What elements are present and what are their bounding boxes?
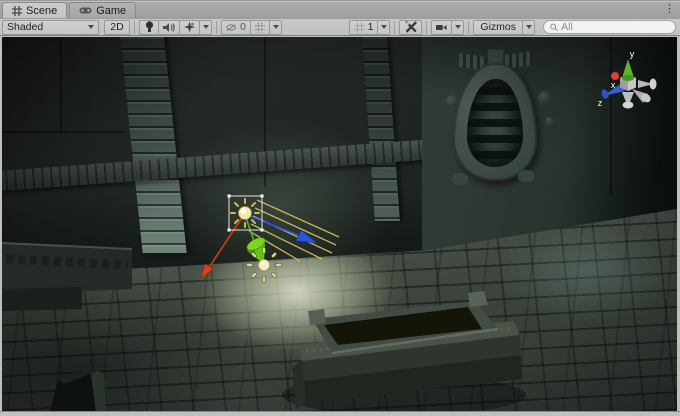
axis-y-label: y	[630, 49, 635, 59]
hidden-count: 0	[240, 21, 246, 33]
axis-z-label: z	[598, 98, 603, 108]
grid-opacity-control[interactable]: 1	[349, 20, 379, 35]
grid-visibility-toggle[interactable]	[250, 20, 270, 35]
tab-game-label: Game	[96, 5, 126, 17]
move-handle-x[interactable]	[201, 216, 243, 278]
scene-view-window: Scene Game ⋮ Shaded 2D	[0, 0, 680, 416]
chevron-down-icon	[526, 25, 532, 29]
separator	[216, 21, 217, 34]
draw-mode-dropdown[interactable]: Shaded	[2, 20, 99, 35]
scene-viewport[interactable]: y x z	[2, 37, 677, 412]
lightbulb-icon	[145, 21, 154, 33]
axis-y-cone[interactable]	[622, 59, 634, 81]
grid-icon	[354, 22, 365, 33]
tab-scene-label: Scene	[26, 5, 57, 17]
window-bottom-border	[0, 411, 680, 416]
search-field[interactable]	[543, 20, 676, 34]
search-icon	[550, 23, 558, 32]
gamepad-icon	[79, 6, 92, 15]
scene-overlay: y x z	[2, 37, 677, 412]
separator	[426, 21, 427, 34]
chevron-down-icon	[203, 25, 209, 29]
effects-dropdown[interactable]	[199, 20, 212, 35]
chevron-down-icon	[381, 25, 387, 29]
grid-visibility-dropdown[interactable]	[269, 20, 282, 35]
camera-icon	[436, 23, 447, 32]
gizmos-dropdown[interactable]: Gizmos	[473, 20, 523, 35]
gizmos-label: Gizmos	[480, 21, 516, 33]
scene-audio-toggle[interactable]	[158, 20, 180, 35]
gizmos-arrow-dropdown[interactable]	[522, 20, 535, 35]
stone-sarcophagus[interactable]	[282, 291, 526, 412]
grid-opacity-dropdown[interactable]	[377, 20, 390, 35]
effects-toggle[interactable]	[179, 20, 200, 35]
tab-bar: Scene Game ⋮	[0, 2, 680, 19]
separator	[394, 21, 395, 34]
overflow-menu-icon[interactable]: ⋮	[664, 2, 675, 17]
eye-hidden-icon	[226, 23, 237, 32]
tab-scene[interactable]: Scene	[2, 2, 67, 18]
search-input[interactable]	[561, 21, 669, 33]
scene-lighting-toggle[interactable]	[139, 20, 159, 35]
broken-slab[interactable]	[50, 367, 106, 412]
grid-axis-icon	[255, 22, 265, 33]
grid-icon	[12, 6, 22, 16]
tools-icon	[405, 21, 417, 33]
scene-toolbar: Shaded 2D	[0, 19, 680, 36]
camera-button[interactable]	[431, 20, 452, 35]
tab-game[interactable]: Game	[69, 2, 136, 18]
orientation-gizmo[interactable]: y x z	[598, 49, 657, 109]
chevron-down-icon	[273, 25, 279, 29]
axis-x-cone[interactable]	[611, 72, 619, 80]
camera-dropdown[interactable]	[451, 20, 464, 35]
separator	[468, 21, 469, 34]
tools-button[interactable]	[399, 20, 422, 35]
draw-mode-label: Shaded	[7, 21, 43, 33]
grid-opacity-value: 1	[368, 21, 374, 33]
hidden-objects-button[interactable]: 0	[221, 20, 251, 35]
2d-label: 2D	[110, 21, 123, 33]
axis-x-label: x	[611, 80, 616, 90]
wall-base-ledge[interactable]	[2, 243, 132, 311]
2d-toggle-button[interactable]: 2D	[104, 20, 130, 35]
separator	[134, 21, 135, 34]
point-light-gizmo[interactable]	[248, 249, 280, 281]
speaker-icon	[163, 22, 175, 33]
effects-sparkle-icon	[184, 21, 195, 33]
chevron-down-icon	[88, 25, 94, 29]
chevron-down-icon	[455, 25, 461, 29]
